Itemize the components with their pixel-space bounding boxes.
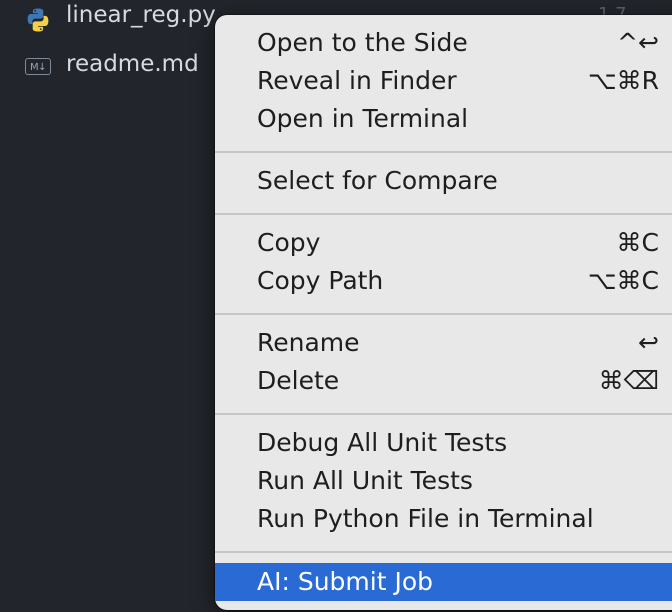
menu-item-select-for-compare[interactable]: Select for Compare <box>215 162 672 200</box>
menu-item-label: Open in Terminal <box>257 104 469 133</box>
menu-item-run-all-unit-tests[interactable]: Run All Unit Tests <box>215 462 672 500</box>
file-name: linear_reg.py <box>66 2 216 28</box>
menu-item-shortcut: ⌘C <box>616 228 659 257</box>
menu-item-label: Rename <box>257 328 360 357</box>
menu-item-label: Copy <box>257 228 321 257</box>
menu-item-label: Run All Unit Tests <box>257 466 473 495</box>
menu-item-rename[interactable]: Rename ↩ <box>215 324 672 362</box>
menu-separator <box>215 151 672 153</box>
menu-item-shortcut: ⌘⌫ <box>598 366 659 395</box>
menu-item-debug-all-unit-tests[interactable]: Debug All Unit Tests <box>215 424 672 462</box>
file-name: readme.md <box>66 51 199 77</box>
menu-item-reveal-in-finder[interactable]: Reveal in Finder ⌥⌘R <box>215 62 672 100</box>
menu-item-label: Delete <box>257 366 340 395</box>
context-menu: Open to the Side ^↩ Reveal in Finder ⌥⌘R… <box>215 15 672 610</box>
menu-item-label: AI: Submit Job <box>257 567 434 596</box>
menu-separator <box>215 413 672 415</box>
menu-item-shortcut: ^↩ <box>617 28 659 57</box>
markdown-icon-glyph: M↓ <box>25 57 51 75</box>
menu-item-shortcut: ⌥⌘R <box>587 66 659 95</box>
menu-item-label: Debug All Unit Tests <box>257 428 508 457</box>
menu-item-delete[interactable]: Delete ⌘⌫ <box>215 362 672 400</box>
menu-separator <box>215 551 672 553</box>
menu-item-copy[interactable]: Copy ⌘C <box>215 224 672 262</box>
menu-item-shortcut: ⌥⌘C <box>587 266 659 295</box>
python-icon <box>24 7 52 33</box>
menu-item-label: Reveal in Finder <box>257 66 457 95</box>
menu-item-open-to-side[interactable]: Open to the Side ^↩ <box>215 24 672 62</box>
menu-item-open-in-terminal[interactable]: Open in Terminal <box>215 100 672 138</box>
menu-item-shortcut: ↩ <box>638 328 659 357</box>
menu-item-label: Select for Compare <box>257 166 498 195</box>
menu-item-label: Copy Path <box>257 266 384 295</box>
menu-item-copy-path[interactable]: Copy Path ⌥⌘C <box>215 262 672 300</box>
menu-item-label: Run Python File in Terminal <box>257 504 594 533</box>
markdown-icon: M↓ <box>24 53 52 79</box>
menu-separator <box>215 213 672 215</box>
menu-separator <box>215 313 672 315</box>
menu-item-run-python-file-in-terminal[interactable]: Run Python File in Terminal <box>215 500 672 538</box>
menu-item-label: Open to the Side <box>257 28 468 57</box>
menu-item-ai-submit-job[interactable]: AI: Submit Job <box>215 563 672 601</box>
